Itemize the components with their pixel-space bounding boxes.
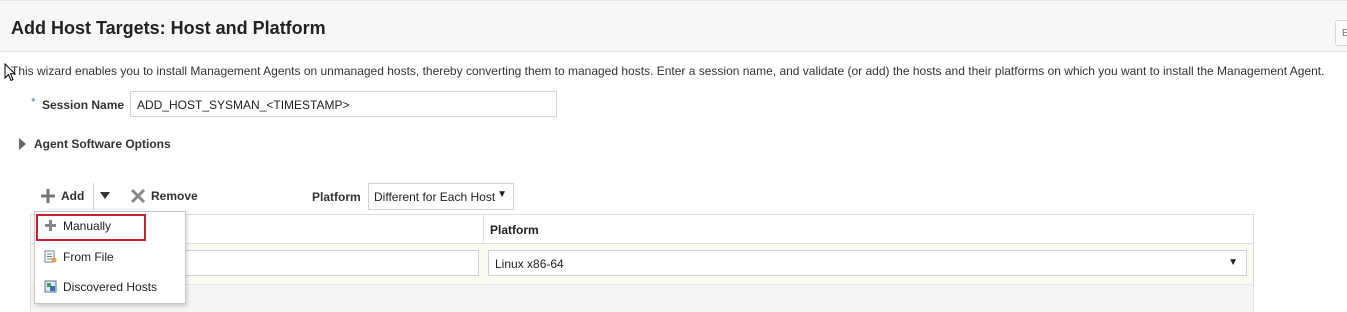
- menu-item-discovered-hosts[interactable]: Discovered Hosts: [35, 273, 185, 301]
- intro-text: This wizard enables you to install Manag…: [11, 64, 1325, 78]
- remove-button[interactable]: Remove: [130, 188, 198, 204]
- table-row: Linux x86-64 ▼: [31, 244, 1253, 285]
- hosts-table: Platform Linux x86-64 ▼: [30, 214, 1254, 312]
- add-menu-dropdown-icon[interactable]: [100, 192, 110, 200]
- menu-item-label: Manually: [63, 219, 112, 233]
- menu-item-manually[interactable]: Manually: [35, 212, 185, 241]
- platform-row-select[interactable]: Linux x86-64 ▼: [488, 250, 1247, 276]
- chevron-down-icon: ▼: [497, 189, 507, 200]
- platform-label: Platform: [312, 190, 361, 204]
- add-button[interactable]: Add: [40, 188, 84, 204]
- menu-item-from-file[interactable]: From File: [35, 243, 185, 271]
- platform-select[interactable]: Different for Each Host ▼: [368, 183, 514, 210]
- agent-software-options-toggle[interactable]: Agent Software Options: [19, 137, 171, 151]
- page-title: Add Host Targets: Host and Platform: [11, 18, 326, 38]
- table-header: Platform: [31, 215, 1253, 244]
- session-name-label: Session Name: [42, 98, 125, 112]
- host-input[interactable]: [181, 250, 479, 276]
- agent-software-options-label: Agent Software Options: [34, 137, 171, 151]
- plus-icon: [41, 189, 55, 203]
- table-empty-area: [31, 285, 1253, 312]
- menu-item-label: Discovered Hosts: [63, 280, 158, 294]
- required-indicator: *: [31, 95, 36, 109]
- header-button[interactable]: E: [1335, 20, 1347, 46]
- toolbar-divider: [93, 183, 94, 210]
- column-divider: [483, 215, 484, 243]
- discovered-hosts-icon: [44, 280, 57, 293]
- page-header: Add Host Targets: Host and Platform E: [0, 0, 1347, 52]
- file-list-icon: [44, 250, 57, 263]
- remove-button-label: Remove: [151, 189, 198, 203]
- remove-x-icon: [130, 188, 146, 204]
- menu-item-label: From File: [63, 250, 114, 264]
- platform-row-value: Linux x86-64: [495, 257, 564, 271]
- add-dropdown-menu: Manually From File Discovered Hosts: [34, 211, 186, 304]
- plus-icon: [45, 220, 56, 231]
- session-name-input[interactable]: ADD_HOST_SYSMAN_<TIMESTAMP>: [130, 91, 557, 117]
- chevron-down-icon: ▼: [1228, 257, 1238, 268]
- column-header-platform: Platform: [490, 223, 539, 237]
- add-button-label: Add: [61, 189, 85, 203]
- expand-triangle-icon: [19, 137, 26, 150]
- platform-select-value: Different for Each Host: [374, 190, 496, 204]
